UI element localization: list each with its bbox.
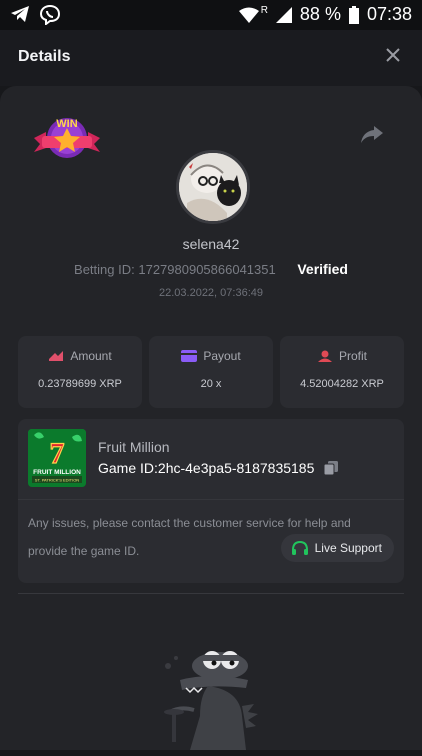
headset-icon [291,540,308,555]
payout-card: Payout 20 x [149,336,273,408]
username: selena42 [182,236,240,252]
viber-icon [40,5,60,25]
bet-stats: Amount 0.23789699 XRP Payout 20 x Profit… [18,336,404,408]
battery-icon [348,5,359,24]
details-header: Details [0,30,422,86]
share-icon[interactable] [360,124,384,144]
roaming-label: R [260,5,268,16]
game-thumbnail[interactable]: 7 FRUIT MILLION ST. PATRICK'S EDITION [28,429,86,487]
game-id-label: Game ID: [98,460,158,476]
telegram-icon [11,6,29,22]
game-card: 7 FRUIT MILLION ST. PATRICK'S EDITION Fr… [18,419,404,583]
crocodile-mascot-icon [164,651,258,750]
section-divider [18,593,404,594]
amount-value: 0.23789699 XRP [38,378,122,390]
notification-icons [10,5,60,25]
svg-text:WIN: WIN [56,118,77,130]
live-support-button[interactable]: Live Support [280,534,394,562]
profit-icon [317,350,332,362]
verified-badge: Verified [297,261,348,277]
page-title: Details [18,48,71,65]
avatar-image [179,153,247,221]
payout-icon [181,350,198,362]
wifi-icon [238,7,259,23]
status-bar: R 88 % 07:38 [0,0,422,30]
game-id-row: Game ID:2hc-4e3pa5-8187835185 [98,460,339,476]
battery-percent: 88 % [299,4,341,24]
amount-card: Amount 0.23789699 XRP [18,336,142,408]
divider [18,499,404,500]
avatar [176,150,250,224]
profit-value: 4.52004282 XRP [300,378,384,390]
clock: 07:38 [366,4,412,24]
profit-label: Profit [338,349,367,363]
signal-icon [275,6,292,23]
close-button[interactable] [382,44,404,66]
fruit-million-logo: 7 FRUIT MILLION ST. PATRICK'S EDITION [28,429,86,487]
profit-card: Profit 4.52004282 XRP [280,336,404,408]
bet-timestamp: 22.03.2022, 07:36:49 [159,287,263,299]
betting-id-label: Betting ID: [74,262,135,277]
amount-label: Amount [70,349,112,363]
betting-id-row: Betting ID: 1727980905866041351 Verified [0,261,422,277]
payout-label: Payout [203,349,241,363]
svg-text:7: 7 [50,437,65,470]
amount-icon [49,351,64,361]
game-name: Fruit Million [98,439,170,455]
copy-icon[interactable] [324,461,339,475]
svg-text:ST. PATRICK'S EDITION: ST. PATRICK'S EDITION [35,478,80,483]
payout-value: 20 x [200,378,222,390]
live-support-label: Live Support [314,541,382,555]
svg-text:FRUIT MILLION: FRUIT MILLION [33,469,81,476]
bet-details-panel: WIN selena42 Betting ID: 172798090586604… [0,86,422,750]
win-badge-icon: WIN [34,118,100,158]
close-icon [386,48,400,62]
game-id-value: 2hc-4e3pa5-8187835185 [157,460,315,476]
betting-id-value: 1727980905866041351 [138,262,276,277]
